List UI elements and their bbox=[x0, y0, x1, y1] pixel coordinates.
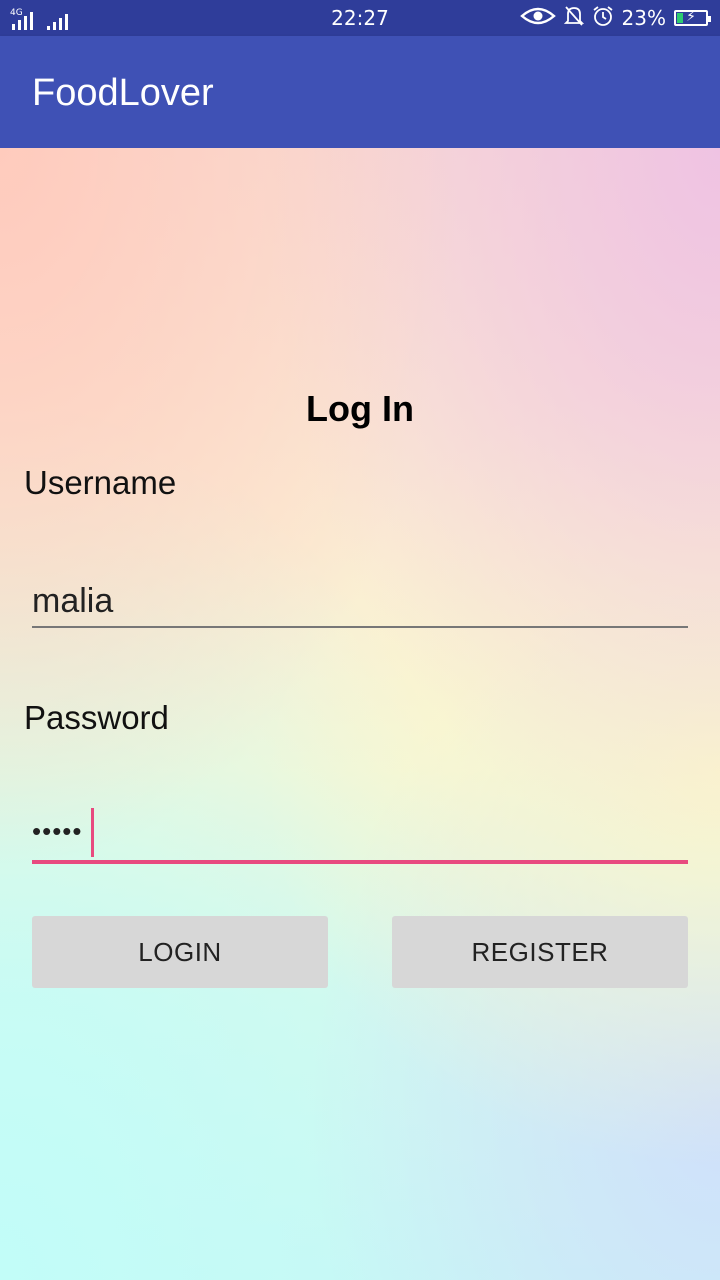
password-input[interactable]: ••••• bbox=[32, 816, 83, 847]
charging-icon: ⚡ bbox=[686, 9, 696, 25]
page-title: Log In bbox=[306, 388, 414, 429]
text-cursor bbox=[91, 808, 94, 857]
app-title: FoodLover bbox=[32, 72, 214, 114]
register-button[interactable]: REGISTER bbox=[392, 916, 688, 988]
bell-off-icon bbox=[563, 5, 584, 32]
alarm-clock-icon bbox=[592, 5, 614, 32]
battery-icon: ⚡ bbox=[674, 9, 711, 26]
password-underline bbox=[32, 860, 688, 864]
username-label: Username bbox=[24, 464, 177, 501]
login-button[interactable]: LOGIN bbox=[32, 916, 328, 988]
username-input[interactable] bbox=[32, 576, 688, 626]
app-toolbar: FoodLover bbox=[0, 36, 720, 148]
status-bar: 4G 22:27 23% ⚡ bbox=[0, 0, 720, 36]
login-screen: Log In Username Password ••••• LOGIN REG… bbox=[0, 148, 720, 1280]
password-label: Password bbox=[24, 699, 169, 736]
username-underline bbox=[32, 626, 688, 628]
status-icons: 23% ⚡ bbox=[519, 5, 711, 32]
battery-percent: 23% bbox=[621, 6, 666, 30]
eye-icon bbox=[519, 6, 556, 31]
